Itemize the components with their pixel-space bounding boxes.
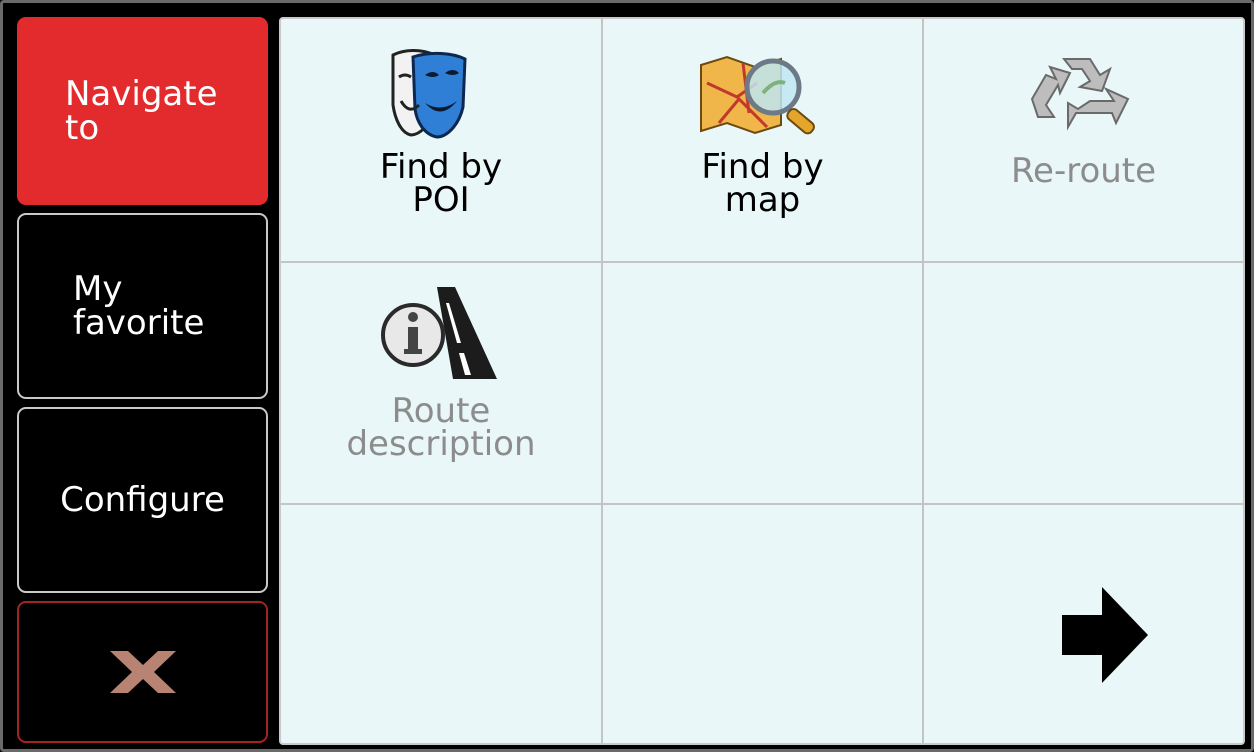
find-by-map-label: Find by map: [701, 147, 824, 220]
sidebar-item-label: Configure: [60, 480, 225, 520]
close-button[interactable]: [17, 601, 268, 743]
close-icon: [109, 651, 176, 693]
route-description-button[interactable]: Route description: [281, 263, 603, 505]
next-page-button[interactable]: [924, 505, 1243, 743]
map-magnifier-icon: [700, 55, 815, 135]
empty-cell: [924, 263, 1243, 505]
info-road-icon: [381, 287, 497, 379]
sidebar-item-label: My favorite: [73, 269, 205, 343]
route-description-label: Route description: [346, 391, 536, 464]
right-arrow-icon: [1062, 587, 1148, 683]
recycle-icon: [1030, 58, 1130, 131]
sidebar-item-label: Navigate to: [65, 74, 218, 148]
sidebar-item-configure[interactable]: Configure: [17, 407, 268, 593]
find-by-poi-label: Find by POI: [379, 147, 503, 220]
sidebar-item-navigate-to[interactable]: Navigate to: [17, 17, 268, 205]
empty-cell: [603, 263, 924, 505]
find-by-map-button[interactable]: Find by map: [603, 19, 924, 263]
theater-mask-icon: [391, 49, 467, 139]
re-route-label: Re-route: [1010, 151, 1157, 191]
sidebar: Navigate to My favorite Configure: [17, 17, 268, 743]
empty-cell: [281, 505, 603, 743]
sidebar-item-my-favorite[interactable]: My favorite: [17, 213, 268, 399]
re-route-button[interactable]: Re-route: [924, 19, 1243, 263]
empty-cell: [603, 505, 924, 743]
menu-grid: Find by POI Find by map Re-route Route d…: [279, 17, 1245, 745]
find-by-poi-button[interactable]: Find by POI: [281, 19, 603, 263]
app-frame: Navigate to My favorite Configure Find b…: [0, 0, 1254, 752]
